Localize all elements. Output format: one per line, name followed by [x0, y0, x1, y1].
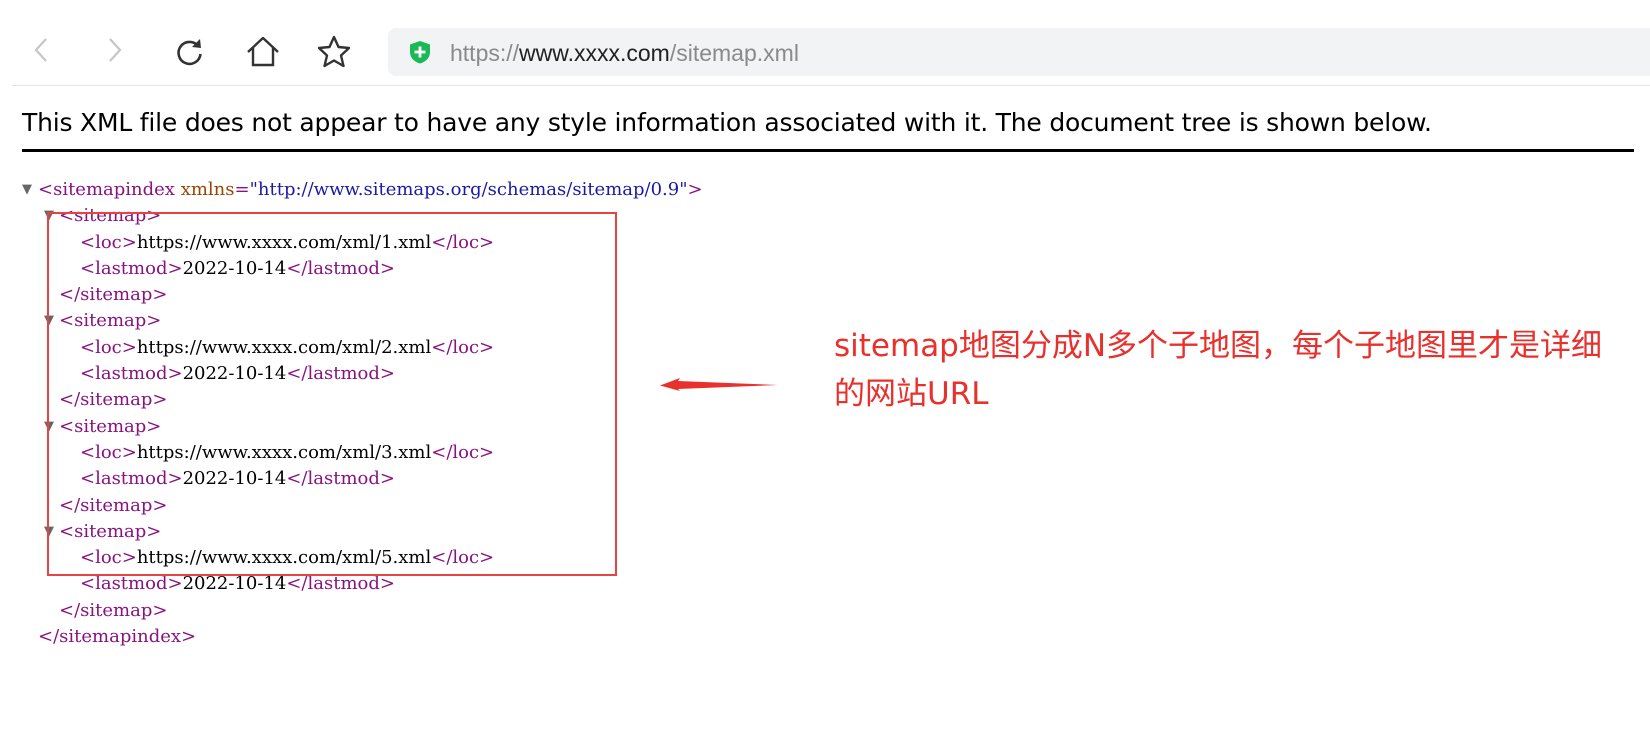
home-button[interactable]	[245, 33, 281, 69]
root-attr-value: "http://www.sitemaps.org/schemas/sitemap…	[249, 179, 688, 200]
root-tag: <sitemapindex	[38, 179, 175, 200]
forward-arrow-icon	[109, 38, 122, 62]
forward-button[interactable]	[96, 32, 132, 68]
banner-divider	[22, 149, 1634, 152]
shield-icon	[410, 41, 430, 64]
lastmod-tag: </lastmod>	[286, 573, 395, 595]
root-tag-end: >	[687, 179, 703, 200]
sitemap-tag: </sitemap>	[59, 599, 168, 621]
home-icon	[247, 36, 279, 67]
url-scheme: https://	[450, 40, 520, 66]
annotation-note: sitemap地图分成N多个子地图，每个子地图里才是详细的网站URL	[834, 328, 1603, 412]
left-arrow-icon	[660, 378, 778, 391]
url-path: /sitemap.xml	[669, 40, 799, 66]
reload-button[interactable]	[172, 34, 208, 70]
lastmod-tag: <lastmod>	[80, 573, 183, 595]
sitemap-close: </sitemap>	[22, 598, 703, 624]
url-text: https://www.xxxx.com/sitemap.xml	[450, 39, 799, 67]
back-button[interactable]	[24, 32, 60, 68]
browser-toolbar: https://www.xxxx.com/sitemap.xml	[0, 0, 1650, 85]
xml-root-open: ▼ <sitemapindex xmlns="http://www.sitemap…	[22, 177, 703, 203]
back-arrow-icon	[34, 38, 47, 62]
xml-info-banner: This XML file does not appear to have an…	[22, 108, 1432, 137]
browser-window: https://www.xxxx.com/sitemap.xml This XM…	[0, 0, 1650, 750]
xml-root-close: </sitemapindex>	[22, 624, 703, 650]
collapse-triangle-icon[interactable]: ▼	[22, 177, 38, 203]
address-bar[interactable]: https://www.xxxx.com/sitemap.xml	[388, 28, 1650, 76]
toolbar-divider	[12, 85, 1650, 86]
bookmark-button[interactable]	[316, 34, 352, 70]
root-tag: </sitemapindex>	[38, 626, 197, 648]
star-icon	[317, 35, 351, 68]
root-attr-name: xmlns	[180, 179, 235, 200]
highlight-box	[47, 212, 617, 576]
lastmod-value: 2022-10-14	[182, 573, 287, 595]
reload-icon	[177, 39, 202, 66]
url-host: www.xxxx.com	[519, 40, 670, 66]
